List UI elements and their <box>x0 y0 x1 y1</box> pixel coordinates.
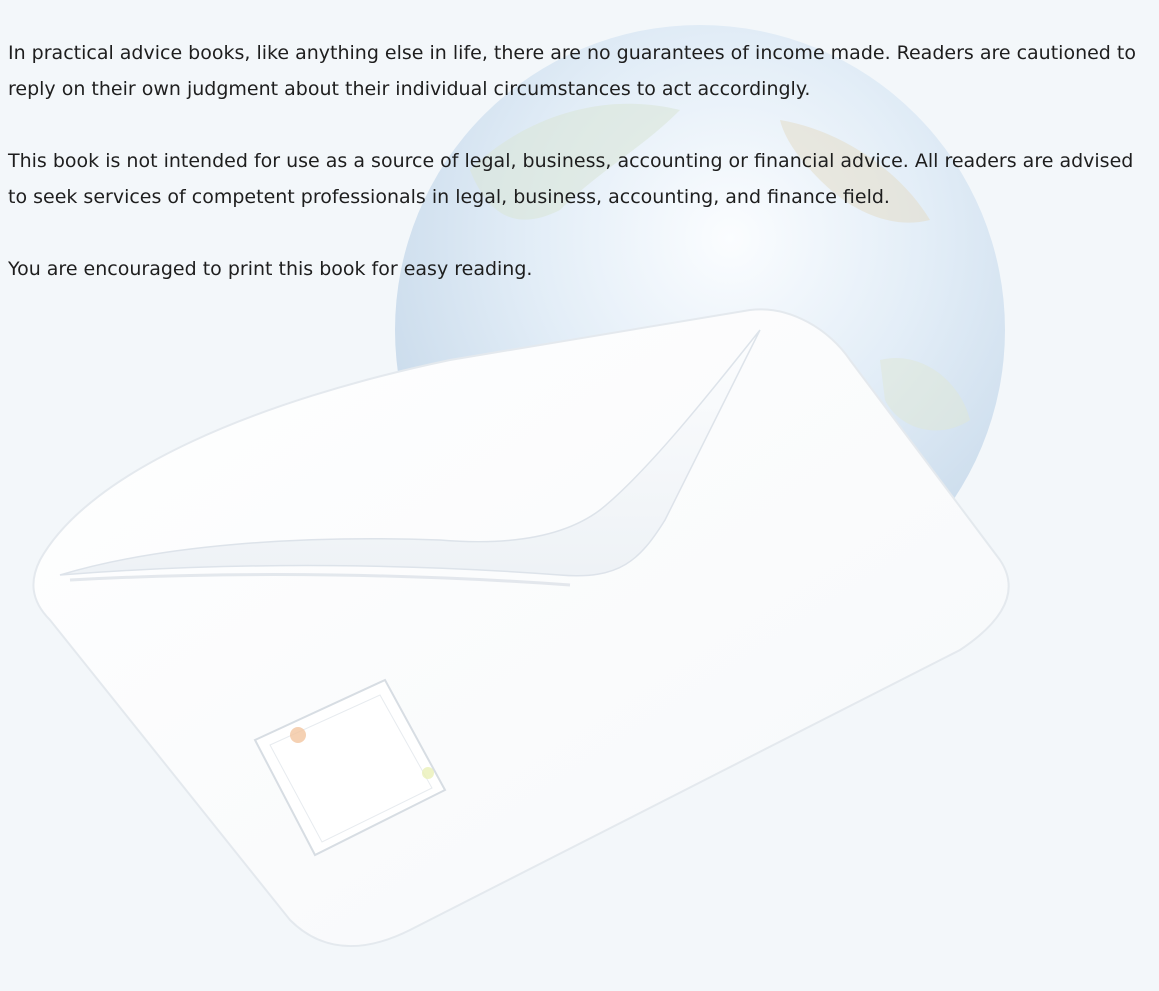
disclaimer-text: In practical advice books, like anything… <box>8 35 1158 323</box>
envelope-icon <box>32 308 1010 947</box>
paragraph-professional-advice: This book is not intended for use as a s… <box>8 150 1134 208</box>
paragraph-print-encouragement: You are encouraged to print this book fo… <box>8 258 533 280</box>
paragraph-income-disclaimer: In practical advice books, like anything… <box>8 42 1136 100</box>
